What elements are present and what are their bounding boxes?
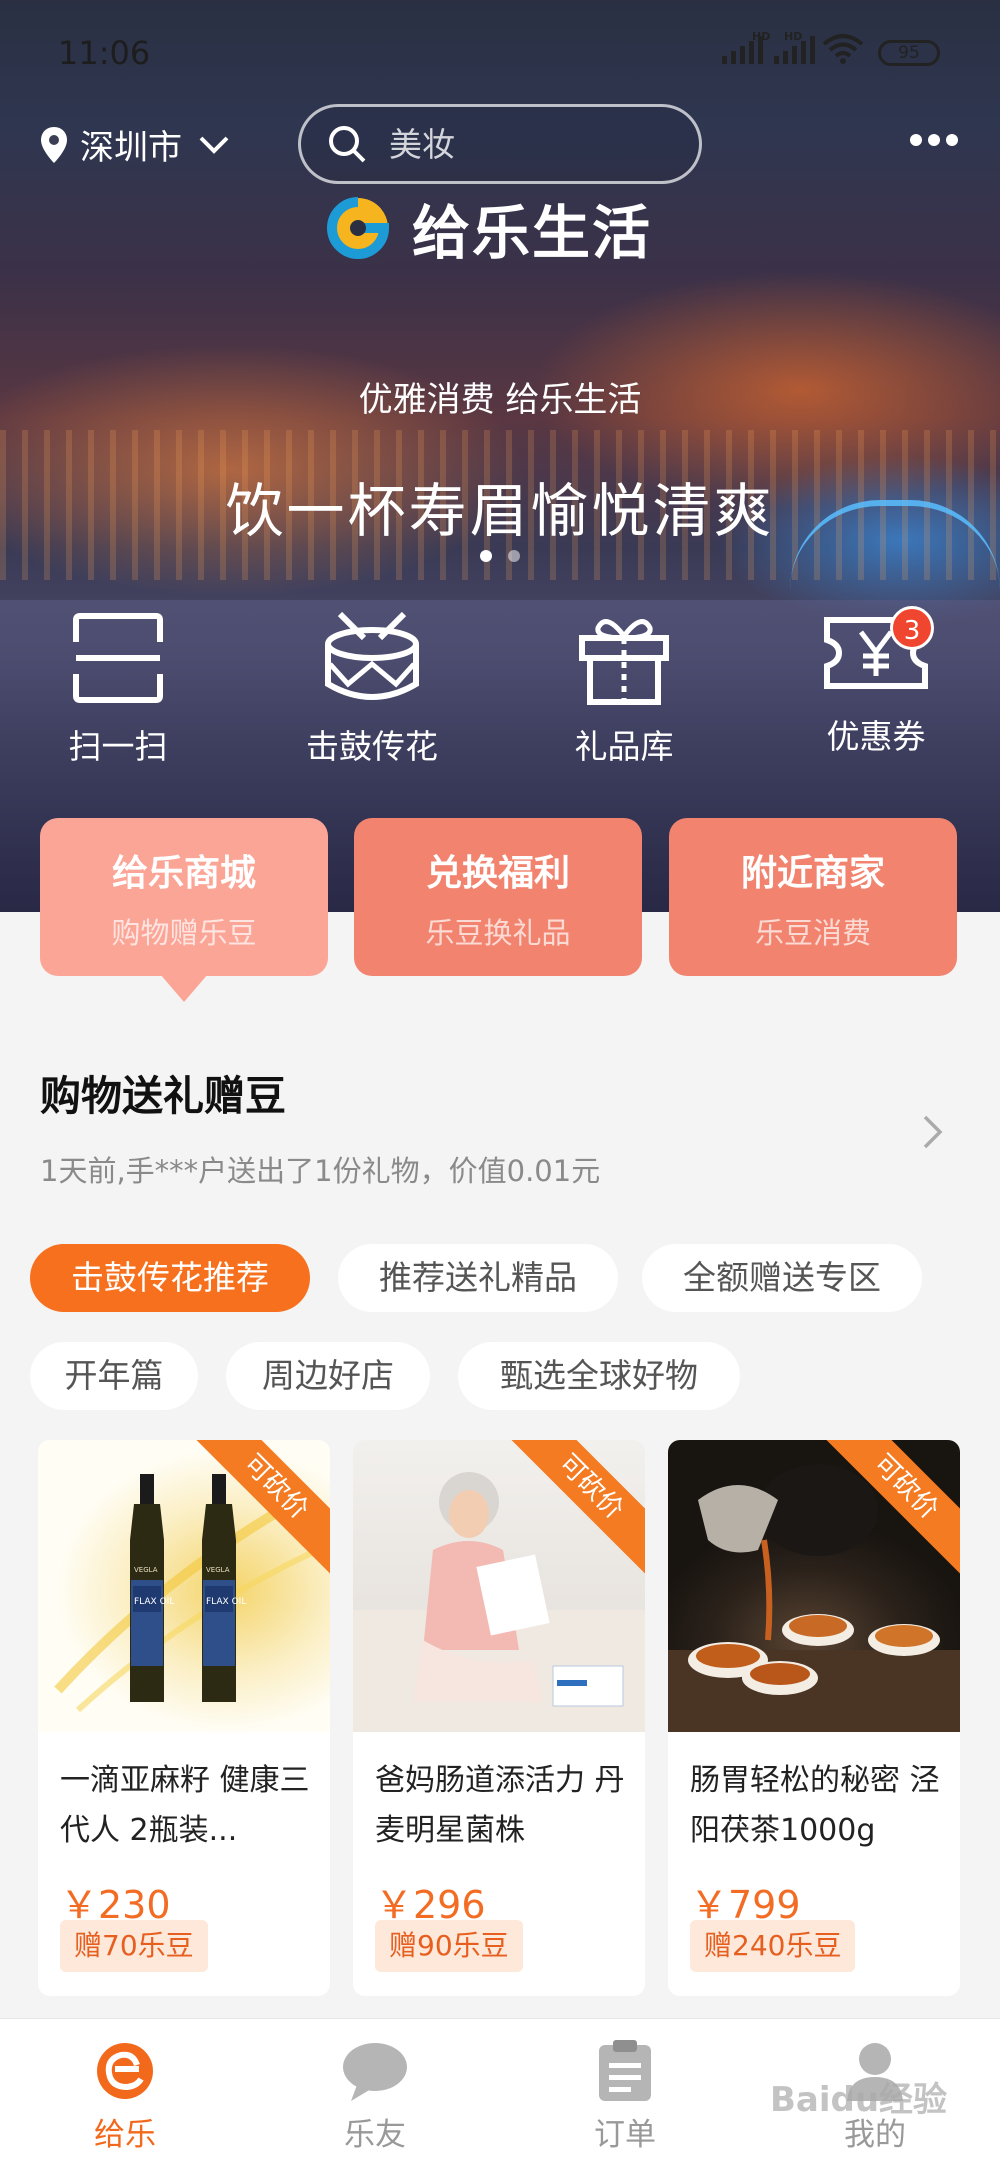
nav-friends[interactable]: 乐友 <box>250 2019 500 2167</box>
carousel-dots <box>480 550 520 562</box>
chevron-right-icon[interactable] <box>922 1114 944 1150</box>
quick-action-scan[interactable]: 扫一扫 <box>28 610 208 768</box>
signal-icon-2 <box>774 36 815 64</box>
status-bar: 11:06 HD HD 95 <box>0 0 1000 104</box>
nav-orders[interactable]: 订单 <box>500 2019 750 2167</box>
nav-label: 乐友 <box>344 2117 406 2153</box>
product-title: 一滴亚麻籽 健康三代人 2瓶装... <box>60 1763 310 1848</box>
chat-bubble-icon <box>343 2043 407 2101</box>
product-image: 可砍价 <box>668 1440 960 1732</box>
nav-label: 我的 <box>844 2117 906 2153</box>
chip-gift-picks[interactable]: 推荐送礼精品 <box>338 1244 618 1312</box>
category-tabs: 给乐商城 购物赠乐豆 兑换福利 乐豆换礼品 附近商家 乐豆消费 <box>40 818 960 1002</box>
top-bar: 深圳市 <box>0 104 1000 190</box>
tab-title: 兑换福利 <box>425 853 570 894</box>
hero-banner[interactable]: 11:06 HD HD 95 深圳市 <box>0 0 1000 912</box>
nav-label: 订单 <box>594 2117 656 2153</box>
quick-action-gift[interactable]: 礼品库 <box>534 610 714 768</box>
tab-subtitle: 乐豆换礼品 <box>425 916 571 950</box>
scan-icon <box>73 613 163 703</box>
bean-reward-badge: 赠240乐豆 <box>690 1920 856 1972</box>
brand-logo-icon <box>327 197 390 259</box>
product-image: VEGLA VEGLA FLAX OIL FLAX OIL 可砍价 <box>38 1440 330 1732</box>
product-title: 肠胃轻松的秘密 泾阳茯茶1000g <box>690 1763 940 1848</box>
watermark: Baidu经验 <box>770 2080 948 2120</box>
tab-exchange[interactable]: 兑换福利 乐豆换礼品 <box>354 818 642 976</box>
nav-label: 给乐 <box>94 2117 156 2153</box>
tab-title: 附近商家 <box>740 853 885 894</box>
signal-icon <box>722 36 763 64</box>
product-title: 爸妈肠道添活力 丹麦明星菌株 <box>375 1763 625 1848</box>
bottle-label-text: FLAX OIL <box>206 1597 246 1607</box>
wifi-icon <box>822 34 864 64</box>
nav-home[interactable]: 给乐 <box>0 2019 250 2167</box>
quick-actions: 扫一扫 击鼓传花 礼品库 3 优惠券 <box>0 606 1000 780</box>
chip-full-gift[interactable]: 全额赠送专区 <box>642 1244 922 1312</box>
bottle-brand-text: VEGLA <box>134 1566 158 1574</box>
chip-nearby-shops[interactable]: 周边好店 <box>226 1342 430 1410</box>
product-image: 可砍价 <box>353 1440 645 1732</box>
location-pin-icon <box>41 126 67 163</box>
product-card[interactable]: 可砍价 肠胃轻松的秘密 泾阳茯茶1000g ￥799 赠240乐豆 <box>668 1440 960 1996</box>
brand-logo: 给乐生活 <box>322 186 652 270</box>
home-logo-icon <box>97 2043 153 2099</box>
tab-mall[interactable]: 给乐商城 购物赠乐豆 <box>40 818 328 1002</box>
banner-title: 饮一杯寿眉愉悦清爽 <box>225 477 775 545</box>
chip-global-goods[interactable]: 甄选全球好物 <box>458 1342 740 1410</box>
bottle-brand-text: VEGLA <box>206 1566 230 1574</box>
quick-action-label: 优惠券 <box>826 717 926 756</box>
gift-activity-text: 1天前,手***户送出了1份礼物，价值0.01元 <box>40 1154 601 1188</box>
clipboard-icon <box>599 2040 651 2101</box>
bean-reward-badge: 赠90乐豆 <box>375 1920 523 1972</box>
search-icon <box>329 126 366 163</box>
chip-new-year[interactable]: 开年篇 <box>30 1342 198 1410</box>
product-card[interactable]: 可砍价 爸妈肠道添活力 丹麦明星菌株 ￥296 赠90乐豆 <box>353 1440 645 1996</box>
banner-slogan: 优雅消费 给乐生活 <box>358 380 642 420</box>
quick-action-label: 礼品库 <box>574 727 674 766</box>
city-label: 深圳市 <box>80 128 182 168</box>
more-menu-icon[interactable] <box>910 134 958 146</box>
quick-action-coupon[interactable]: 3 优惠券 <box>786 606 966 758</box>
chip-drum-recommend[interactable]: 击鼓传花推荐 <box>30 1244 310 1312</box>
product-card[interactable]: VEGLA VEGLA FLAX OIL FLAX OIL 可砍价 一滴亚麻籽 … <box>38 1440 330 1996</box>
city-selector[interactable]: 深圳市 <box>40 120 242 169</box>
tab-subtitle: 购物赠乐豆 <box>111 916 257 950</box>
bottle-label-text: FLAX OIL <box>134 1597 174 1607</box>
carousel-dot[interactable] <box>480 550 492 562</box>
chevron-down-icon <box>199 136 229 154</box>
tab-subtitle: 乐豆消费 <box>754 916 871 950</box>
quick-action-label: 击鼓传花 <box>306 727 438 766</box>
brand-name: 给乐生活 <box>412 199 653 267</box>
coupon-badge: 3 <box>890 606 934 650</box>
section-title: 购物送礼赠豆 <box>40 1072 286 1120</box>
carousel-dot[interactable] <box>508 550 520 562</box>
tab-title: 给乐商城 <box>111 853 256 894</box>
gift-icon <box>579 619 669 705</box>
battery-icon: 95 <box>878 40 940 66</box>
search-bar[interactable] <box>298 104 702 184</box>
bean-reward-badge: 赠70乐豆 <box>60 1920 208 1972</box>
tab-nearby[interactable]: 附近商家 乐豆消费 <box>669 818 957 976</box>
quick-action-drum[interactable]: 击鼓传花 <box>282 610 462 768</box>
status-time: 11:06 <box>58 34 151 72</box>
search-input[interactable] <box>389 124 669 164</box>
quick-action-label: 扫一扫 <box>68 727 168 766</box>
drum-icon <box>325 611 419 700</box>
